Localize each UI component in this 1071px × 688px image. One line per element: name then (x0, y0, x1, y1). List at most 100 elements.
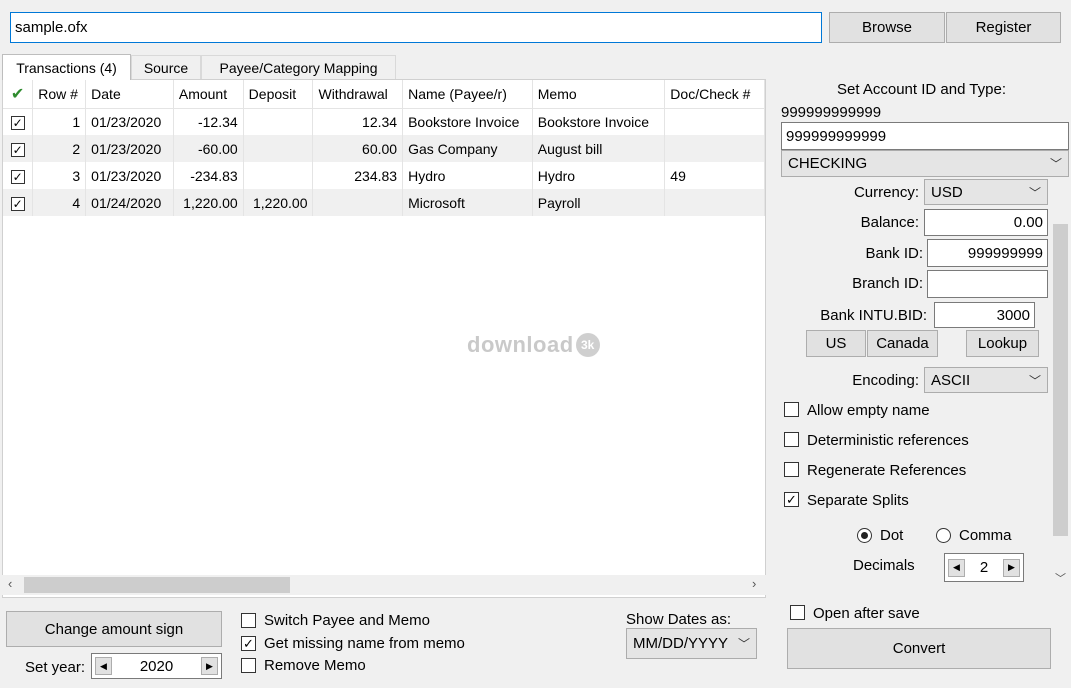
col-header-amount[interactable]: Amount (173, 80, 244, 109)
account-id-input[interactable]: 999999999999 (781, 122, 1069, 150)
dot-radio[interactable] (857, 528, 872, 543)
remove-memo-checkbox[interactable] (241, 658, 256, 673)
cell-doc[interactable] (664, 108, 765, 135)
intu-bid-input[interactable]: 3000 (934, 302, 1035, 328)
separate-splits-label[interactable]: Separate Splits (807, 492, 909, 509)
decrement-icon[interactable]: ◀ (95, 657, 112, 675)
separate-splits-checkbox[interactable]: ✓ (784, 492, 799, 507)
row-checkbox[interactable]: ✓ (10, 115, 25, 130)
bank-id-value: 999999999 (967, 244, 1043, 262)
col-header-deposit[interactable]: Deposit (243, 80, 314, 109)
cell-memo[interactable]: Payroll (532, 189, 666, 216)
balance-input[interactable]: 0.00 (924, 209, 1048, 236)
comma-label[interactable]: Comma (959, 527, 1012, 544)
allow-empty-name-checkbox[interactable] (784, 402, 799, 417)
col-header-row[interactable]: Row # (32, 80, 87, 109)
canada-button[interactable]: Canada (867, 330, 938, 357)
file-path-input[interactable]: sample.ofx (10, 12, 822, 43)
row-checkbox[interactable]: ✓ (10, 196, 25, 211)
cell-amount[interactable]: -234.83 (173, 162, 244, 189)
regenerate-references-checkbox[interactable] (784, 462, 799, 477)
cell-withdrawal[interactable]: 234.83 (312, 162, 404, 189)
tab-transactions[interactable]: Transactions (4) (2, 54, 131, 80)
cell-name[interactable]: Bookstore Invoice (402, 108, 533, 135)
cell-amount[interactable]: 1,220.00 (173, 189, 244, 216)
year-stepper[interactable]: ◀ 2020 ▶ (91, 653, 222, 679)
row-checkbox[interactable]: ✓ (10, 142, 25, 157)
cell-deposit[interactable] (243, 162, 314, 189)
col-header-memo[interactable]: Memo (532, 80, 666, 109)
cell-date[interactable]: 01/23/2020 (85, 162, 174, 189)
table-row[interactable]: ✓ 2 01/23/2020 -60.00 60.00 Gas Company … (3, 135, 765, 162)
select-all-header[interactable]: ✔ (3, 80, 34, 109)
deterministic-references-checkbox[interactable] (784, 432, 799, 447)
comma-radio[interactable] (936, 528, 951, 543)
register-button[interactable]: Register (946, 12, 1061, 43)
col-header-name[interactable]: Name (Payee/r) (402, 80, 533, 109)
cell-deposit[interactable]: 1,220.00 (243, 189, 314, 216)
browse-button[interactable]: Browse (829, 12, 945, 43)
cell-date[interactable]: 01/24/2020 (85, 189, 174, 216)
cell-doc[interactable]: 49 (664, 162, 765, 189)
cell-amount[interactable]: -60.00 (173, 135, 244, 162)
increment-icon[interactable]: ▶ (1003, 558, 1020, 577)
grid-horizontal-scrollbar[interactable]: ‹ › (2, 575, 766, 595)
col-header-doc-check[interactable]: Doc/Check # (664, 80, 765, 109)
us-button[interactable]: US (806, 330, 866, 357)
cell-deposit[interactable] (243, 108, 314, 135)
change-amount-sign-button[interactable]: Change amount sign (6, 611, 222, 647)
scroll-down-icon[interactable]: ﹀ (1055, 570, 1066, 586)
scroll-right-icon[interactable]: › (752, 576, 756, 591)
scroll-left-icon[interactable]: ‹ (8, 576, 12, 591)
tab-source[interactable]: Source (131, 55, 201, 79)
decrement-icon[interactable]: ◀ (948, 558, 965, 577)
table-row[interactable]: ✓ 1 01/23/2020 -12.34 12.34 Bookstore In… (3, 108, 765, 135)
cell-memo[interactable]: August bill (532, 135, 666, 162)
cell-withdrawal[interactable]: 60.00 (312, 135, 404, 162)
increment-icon[interactable]: ▶ (201, 657, 218, 675)
encoding-select[interactable]: ASCII ﹀ (924, 367, 1048, 393)
cell-amount[interactable]: -12.34 (173, 108, 244, 135)
lookup-button[interactable]: Lookup (966, 330, 1039, 357)
cell-doc[interactable] (664, 135, 765, 162)
row-checkbox[interactable]: ✓ (10, 169, 25, 184)
col-header-withdrawal[interactable]: Withdrawal (312, 80, 404, 109)
cell-date[interactable]: 01/23/2020 (85, 135, 174, 162)
cell-date[interactable]: 01/23/2020 (85, 108, 174, 135)
switch-payee-memo-checkbox[interactable] (241, 613, 256, 628)
cell-memo[interactable]: Bookstore Invoice (532, 108, 666, 135)
branch-id-input[interactable] (927, 270, 1048, 298)
cell-deposit[interactable] (243, 135, 314, 162)
cell-name[interactable]: Gas Company (402, 135, 533, 162)
regenerate-references-label[interactable]: Regenerate References (807, 462, 966, 479)
switch-payee-memo-label[interactable]: Switch Payee and Memo (264, 612, 430, 629)
table-row[interactable]: ✓ 4 01/24/2020 1,220.00 1,220.00 Microso… (3, 189, 765, 216)
cell-withdrawal[interactable]: 12.34 (312, 108, 404, 135)
table-row[interactable]: ✓ 3 01/23/2020 -234.83 234.83 Hydro Hydr… (3, 162, 765, 189)
cell-doc[interactable] (664, 189, 765, 216)
cell-name[interactable]: Microsoft (402, 189, 533, 216)
scrollbar-thumb[interactable] (24, 577, 290, 593)
dot-label[interactable]: Dot (880, 527, 903, 544)
currency-select[interactable]: USD ﹀ (924, 179, 1048, 205)
cell-name[interactable]: Hydro (402, 162, 533, 189)
transactions-grid[interactable]: ✔ Row # Date Amount Deposit Withdrawal N… (2, 79, 766, 598)
get-missing-name-checkbox[interactable]: ✓ (241, 636, 256, 651)
col-header-date[interactable]: Date (85, 80, 174, 109)
cell-withdrawal[interactable] (312, 189, 404, 216)
get-missing-name-label[interactable]: Get missing name from memo (264, 635, 465, 652)
open-after-save-label[interactable]: Open after save (813, 605, 920, 622)
account-type-select[interactable]: CHECKING ﹀ (781, 150, 1069, 177)
date-format-select[interactable]: MM/DD/YYYY ﹀ (626, 628, 757, 659)
remove-memo-label[interactable]: Remove Memo (264, 657, 366, 674)
decimals-stepper[interactable]: ◀ 2 ▶ (944, 553, 1024, 582)
tab-payee-category-mapping[interactable]: Payee/Category Mapping (201, 55, 396, 79)
cell-memo[interactable]: Hydro (532, 162, 666, 189)
convert-button[interactable]: Convert (787, 628, 1051, 669)
panel-vertical-scrollbar[interactable]: ﹀ (1051, 180, 1070, 588)
allow-empty-name-label[interactable]: Allow empty name (807, 402, 930, 419)
deterministic-references-label[interactable]: Deterministic references (807, 432, 969, 449)
bank-id-input[interactable]: 999999999 (927, 239, 1048, 267)
scrollbar-thumb[interactable] (1053, 224, 1068, 536)
open-after-save-checkbox[interactable] (790, 605, 805, 620)
